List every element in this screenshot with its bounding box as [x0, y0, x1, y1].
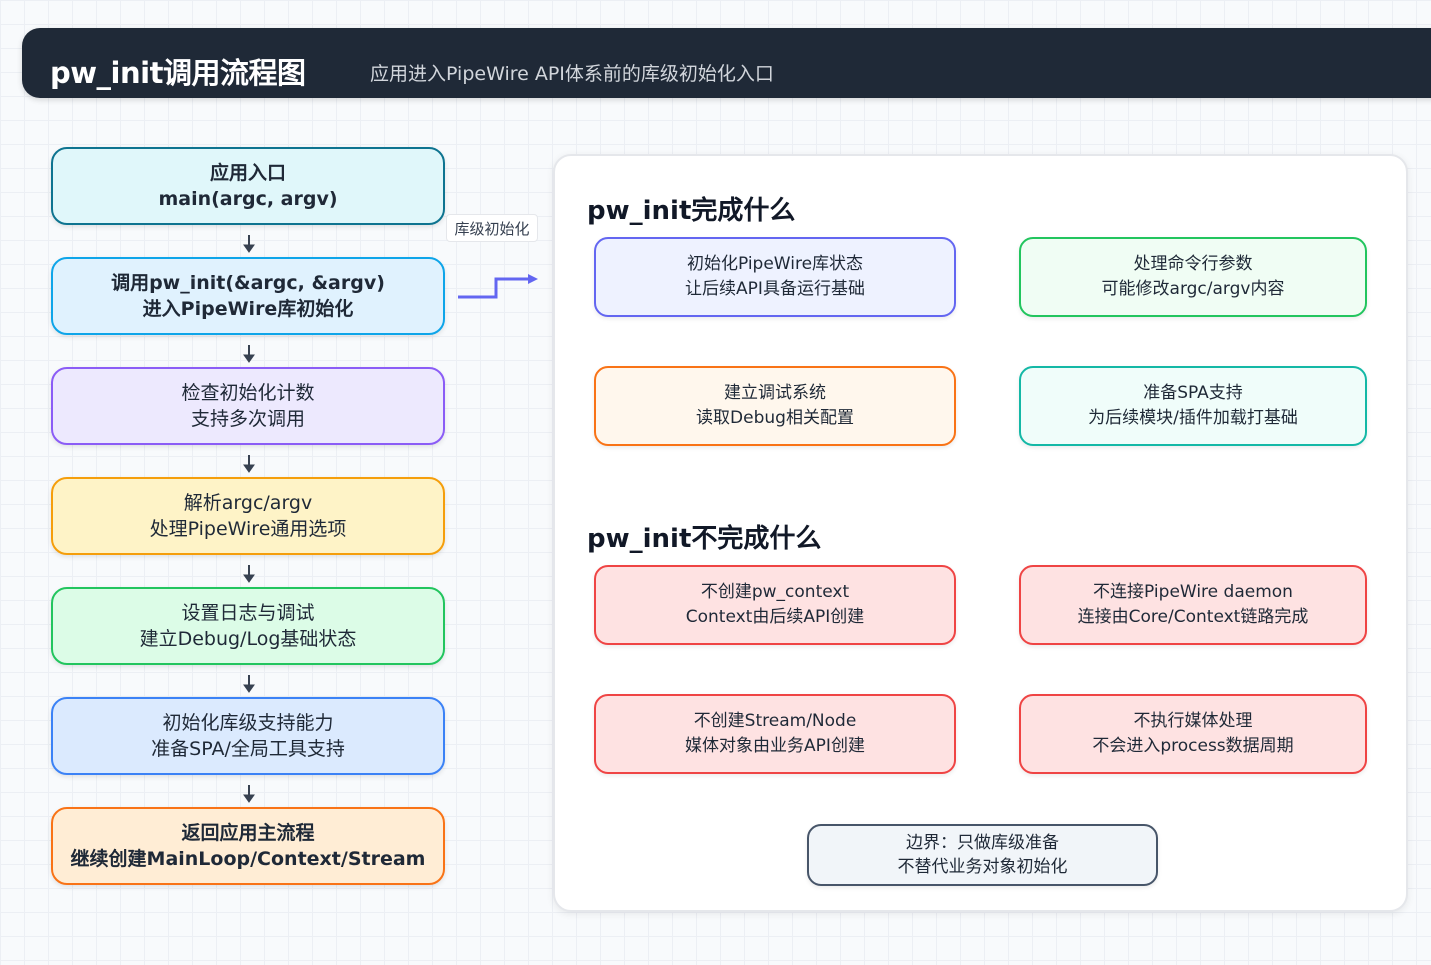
flow-step-init-support: 初始化库级支持能力 准备SPA/全局工具支持	[51, 697, 445, 775]
info-title: 处理命令行参数	[1133, 254, 1253, 274]
flow-arrow-icon	[243, 345, 255, 363]
connector-arrow-icon	[458, 274, 538, 299]
section-title-doesnt: pw_init不完成什么	[587, 524, 822, 554]
header-bar: pw_init调用流程图 应用进入PipeWire API体系前的库级初始化入口	[22, 28, 1431, 98]
info-title: 初始化PipeWire库状态	[686, 254, 864, 274]
boundary-detail: 不替代业务对象初始化	[897, 857, 1068, 877]
flow-step-detail: 进入PipeWire库初始化	[142, 298, 354, 320]
info-title: 不连接PipeWire daemon	[1093, 582, 1293, 602]
info-title: 不执行媒体处理	[1133, 711, 1253, 731]
info-detail: 可能修改argc/argv内容	[1101, 279, 1285, 299]
flow-step-app-entry: 应用入口 main(argc, argv)	[51, 147, 445, 225]
info-title: 建立调试系统	[724, 383, 826, 403]
flow-step-title: 解析argc/argv	[183, 492, 313, 514]
flow-step-detail: 继续创建MainLoop/Context/Stream	[70, 848, 426, 870]
doesnt-item-context: 不创建pw_context Context由后续API创建	[594, 565, 956, 645]
flow-arrow-icon	[243, 565, 255, 583]
flow-step-call-pw-init: 调用pw_init(&argc, &argv) 进入PipeWire库初始化	[51, 257, 445, 335]
info-detail: 不会进入process数据周期	[1092, 736, 1294, 756]
flow-step-detail: 处理PipeWire通用选项	[149, 518, 347, 540]
flow-step-title: 设置日志与调试	[181, 602, 315, 624]
flow-arrow-icon	[243, 675, 255, 693]
flow-step-check-init-count: 检查初始化计数 支持多次调用	[51, 367, 445, 445]
flow-step-title: 初始化库级支持能力	[162, 712, 334, 734]
info-title: 不创建pw_context	[700, 582, 850, 602]
info-detail: 连接由Core/Context链路完成	[1077, 607, 1309, 627]
flow-step-detail: 支持多次调用	[190, 408, 305, 430]
side-label-library-init: 库级初始化	[446, 214, 538, 242]
doesnt-item-daemon: 不连接PipeWire daemon 连接由Core/Context链路完成	[1019, 565, 1367, 645]
info-detail: Context由后续API创建	[685, 607, 865, 627]
flow-step-return-main: 返回应用主流程 继续创建MainLoop/Context/Stream	[51, 807, 445, 885]
flow-arrow-icon	[243, 455, 255, 473]
flow-step-title: 应用入口	[209, 162, 286, 184]
flow-step-title: 返回应用主流程	[181, 822, 315, 844]
page-title: pw_init调用流程图	[50, 56, 306, 90]
boundary-note: 边界：只做库级准备 不替代业务对象初始化	[807, 824, 1158, 886]
doesnt-item-media: 不执行媒体处理 不会进入process数据周期	[1019, 694, 1367, 774]
flow-step-detail: 建立Debug/Log基础状态	[139, 628, 357, 650]
does-item-spa: 准备SPA支持 为后续模块/插件加载打基础	[1019, 366, 1367, 446]
does-item-debug: 建立调试系统 读取Debug相关配置	[594, 366, 956, 446]
page-subtitle: 应用进入PipeWire API体系前的库级初始化入口	[370, 63, 774, 85]
doesnt-item-stream: 不创建Stream/Node 媒体对象由业务API创建	[594, 694, 956, 774]
flow-step-parse-args: 解析argc/argv 处理PipeWire通用选项	[51, 477, 445, 555]
boundary-title: 边界：只做库级准备	[906, 833, 1059, 853]
flow-step-title: 调用pw_init(&argc, &argv)	[111, 272, 385, 294]
flow-arrow-icon	[243, 235, 255, 253]
flow-arrow-icon	[243, 785, 255, 803]
flow-step-detail: 准备SPA/全局工具支持	[151, 738, 345, 760]
info-detail: 媒体对象由业务API创建	[685, 736, 865, 756]
flow-step-detail: main(argc, argv)	[158, 188, 338, 210]
flow-step-title: 检查初始化计数	[181, 382, 315, 404]
section-title-does: pw_init完成什么	[587, 196, 796, 226]
info-detail: 让后续API具备运行基础	[685, 279, 865, 299]
info-title: 准备SPA支持	[1143, 383, 1243, 403]
info-title: 不创建Stream/Node	[693, 711, 857, 731]
info-detail: 为后续模块/插件加载打基础	[1088, 408, 1298, 428]
does-item-cmdline: 处理命令行参数 可能修改argc/argv内容	[1019, 237, 1367, 317]
does-item-init-state: 初始化PipeWire库状态 让后续API具备运行基础	[594, 237, 956, 317]
info-detail: 读取Debug相关配置	[696, 408, 854, 428]
flow-step-setup-logging: 设置日志与调试 建立Debug/Log基础状态	[51, 587, 445, 665]
